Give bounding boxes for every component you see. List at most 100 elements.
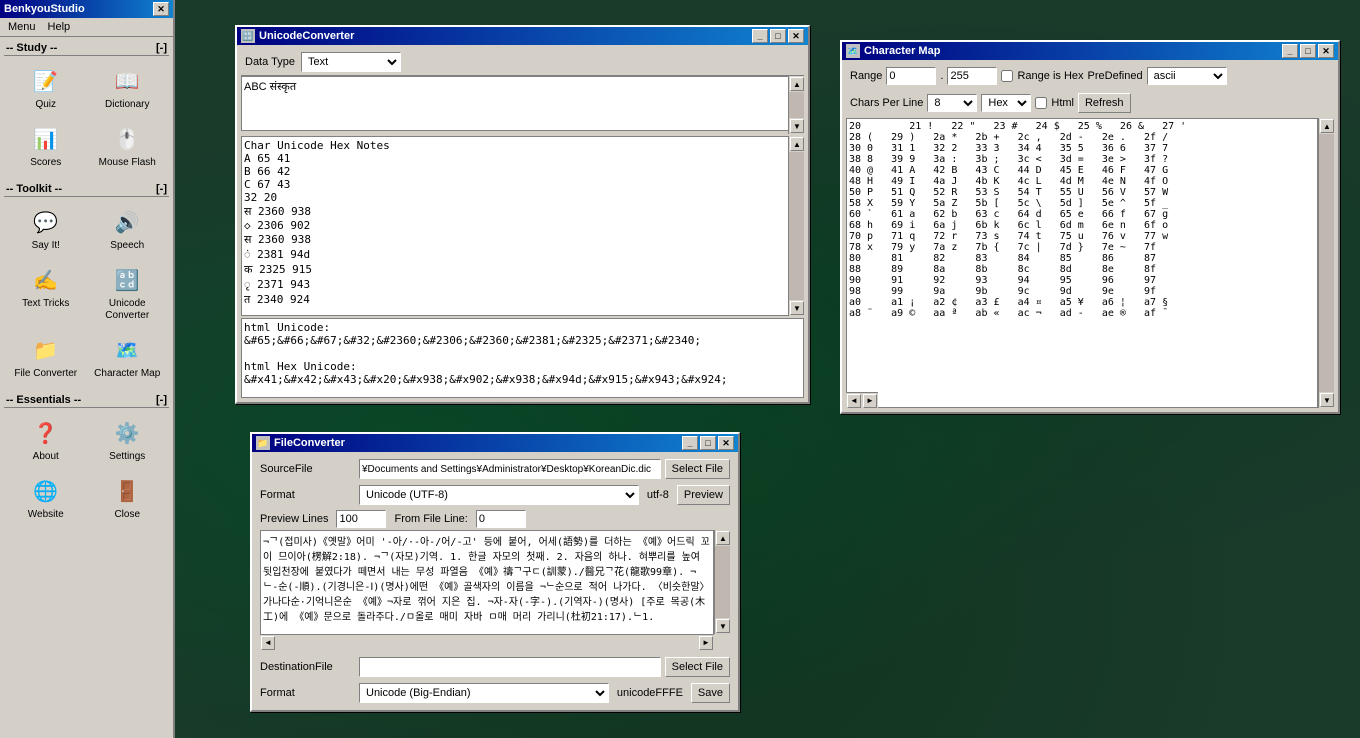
uc-unicode-output: html Unicode: &#65;&#66;&#67;&#32;&#2360…: [241, 318, 804, 398]
range-end-input[interactable]: [947, 67, 997, 85]
menu-item-help[interactable]: Help: [44, 20, 75, 34]
text-tricks-label: Text Tricks: [22, 298, 69, 310]
sidebar-item-text-tricks[interactable]: ✍️ Text Tricks: [6, 259, 86, 327]
uc-table-scroll-down[interactable]: ▼: [790, 301, 804, 315]
fc-vscrollbar: ▲ ▼: [714, 530, 730, 634]
sidebar-close-btn[interactable]: ✕: [153, 2, 169, 16]
predefined-select[interactable]: ascii unicode: [1147, 67, 1227, 85]
range-label: Range: [850, 70, 882, 82]
sidebar-item-quiz[interactable]: 📝 Quiz: [6, 60, 86, 116]
fc-maximize-btn[interactable]: □: [700, 436, 716, 450]
uc-scroll-up[interactable]: ▲: [790, 77, 804, 91]
chars-per-line-select[interactable]: 8 16 4: [927, 94, 977, 112]
sidebar-item-settings[interactable]: ⚙️ Settings: [88, 412, 168, 468]
fc-scroll-down[interactable]: ▼: [716, 619, 730, 633]
uc-input-text[interactable]: ABC संस्कृत: [241, 76, 804, 131]
uc-table-row-6: स 2360 938: [244, 232, 801, 247]
cm-toolbar-row2: Chars Per Line 8 16 4 Hex Dec Html Refre…: [846, 90, 1334, 116]
cm-scroll-track: [1319, 134, 1334, 392]
sidebar-item-unicode-converter[interactable]: 🔡 Unicode Converter: [88, 259, 168, 327]
format-label: Format: [260, 489, 355, 501]
sidebar-item-close[interactable]: 🚪 Close: [88, 470, 168, 526]
hex-select[interactable]: Hex Dec: [981, 94, 1031, 112]
preview-button[interactable]: Preview: [677, 485, 730, 505]
cm-maximize-btn[interactable]: □: [1300, 44, 1316, 58]
range-start-input[interactable]: [886, 67, 936, 85]
mouse-flash-label: Mouse Flash: [99, 157, 156, 169]
app-title: BenkyouStudio: [4, 3, 85, 15]
char-map-label: Character Map: [94, 368, 160, 380]
range-is-hex-checkbox[interactable]: [1001, 70, 1013, 82]
cm-scroll-left[interactable]: ◄: [847, 394, 861, 408]
cm-scroll-up[interactable]: ▲: [1320, 119, 1334, 133]
sidebar-item-speech[interactable]: 🔊 Speech: [88, 201, 168, 257]
save-button[interactable]: Save: [691, 683, 730, 703]
html-checkbox[interactable]: [1035, 97, 1047, 109]
sidebar-item-say-it[interactable]: 💬 Say It!: [6, 201, 86, 257]
select-file-button[interactable]: Select File: [665, 459, 730, 479]
format-row: Format Unicode (UTF-8) ASCII Unicode (Bi…: [256, 482, 734, 508]
from-file-line-input[interactable]: [476, 510, 526, 528]
cm-scroll-right[interactable]: ►: [863, 394, 877, 408]
file-converter-window: 📁 FileConverter _ □ ✕ SourceFile Select …: [250, 432, 740, 712]
fc-vscroll-track: [715, 546, 730, 618]
range-is-hex-label: Range is Hex: [1017, 70, 1083, 82]
data-type-select[interactable]: Text File Clipboard: [301, 52, 401, 72]
dest-file-input[interactable]: [359, 657, 661, 677]
unicode-converter-title: UnicodeConverter: [259, 30, 354, 42]
cm-close-btn[interactable]: ✕: [1318, 44, 1334, 58]
file-converter-title: FileConverter: [274, 437, 345, 449]
uc-scrollbar: ▲ ▼: [788, 76, 804, 134]
dest-format-select[interactable]: Unicode (Big-Endian) Unicode (UTF-8) ASC…: [359, 683, 609, 703]
fc-hscroll-left[interactable]: ◄: [261, 636, 275, 650]
speech-icon: 🔊: [111, 206, 143, 238]
fc-minimize-btn[interactable]: _: [682, 436, 698, 450]
dest-format-row: Format Unicode (Big-Endian) Unicode (UTF…: [256, 680, 734, 706]
uc-maximize-btn[interactable]: □: [770, 29, 786, 43]
uc-table-row-2: C 67 43: [244, 178, 801, 191]
uc-close-btn[interactable]: ✕: [788, 29, 804, 43]
format-select[interactable]: Unicode (UTF-8) ASCII Unicode (Big-Endia…: [359, 485, 639, 505]
sidebar-item-dictionary[interactable]: 📖 Dictionary: [88, 60, 168, 116]
source-file-input[interactable]: [359, 459, 661, 479]
preview-lines-label: Preview Lines: [260, 513, 328, 525]
preview-lines-input[interactable]: [336, 510, 386, 528]
uc-table-row-9: ृ 2371 943: [244, 277, 801, 292]
source-file-row: SourceFile Select File: [256, 456, 734, 482]
study-items-grid: 📝 Quiz 📖 Dictionary 📊 Scores 🖱️ Mouse Fl…: [4, 58, 169, 176]
sidebar-item-mouse-flash[interactable]: 🖱️ Mouse Flash: [88, 118, 168, 174]
file-converter-label: File Converter: [14, 368, 77, 380]
refresh-button[interactable]: Refresh: [1078, 93, 1131, 113]
cm-minimize-btn[interactable]: _: [1282, 44, 1298, 58]
fc-scroll-up[interactable]: ▲: [716, 531, 730, 545]
dest-select-file-button[interactable]: Select File: [665, 657, 730, 677]
range-dot: .: [940, 70, 943, 82]
char-map-icon: 🗺️: [111, 334, 143, 366]
unicode-converter-window: 🔡 UnicodeConverter _ □ ✕ Data Type Text …: [235, 25, 810, 404]
fc-hscroll-right[interactable]: ►: [699, 636, 713, 650]
study-collapse[interactable]: [-]: [156, 42, 167, 54]
sidebar-item-file-converter[interactable]: 📁 File Converter: [6, 329, 86, 385]
sidebar-menubar: Menu Help: [0, 18, 173, 37]
uc-scroll-down[interactable]: ▼: [790, 119, 804, 133]
uc-minimize-btn[interactable]: _: [752, 29, 768, 43]
fc-close-btn[interactable]: ✕: [718, 436, 734, 450]
toolkit-label: -- Toolkit --: [6, 183, 62, 195]
uc-html-hex-label: html Hex Unicode:: [244, 360, 801, 373]
close-icon: 🚪: [111, 475, 143, 507]
menu-item-menu[interactable]: Menu: [4, 20, 40, 34]
sidebar-item-character-map[interactable]: 🗺️ Character Map: [88, 329, 168, 385]
char-map-content: Range . Range is Hex PreDefined ascii un…: [842, 60, 1338, 412]
dest-format-label: Format: [260, 687, 355, 699]
sidebar-item-about[interactable]: ❓ About: [6, 412, 86, 468]
uc-table-row-5: ◇ 2306 902: [244, 219, 801, 232]
sidebar-item-website[interactable]: 🌐 Website: [6, 470, 86, 526]
essentials-collapse[interactable]: [-]: [156, 394, 167, 406]
uc-table-row-4: स 2360 938: [244, 204, 801, 219]
cm-scroll-down[interactable]: ▼: [1320, 393, 1334, 407]
uc-table-scroll-up[interactable]: ▲: [790, 137, 804, 151]
sidebar-item-scores[interactable]: 📊 Scores: [6, 118, 86, 174]
toolkit-collapse[interactable]: [-]: [156, 183, 167, 195]
data-type-label: Data Type: [245, 56, 295, 68]
char-map-title-icon: 🗺️: [846, 44, 860, 58]
